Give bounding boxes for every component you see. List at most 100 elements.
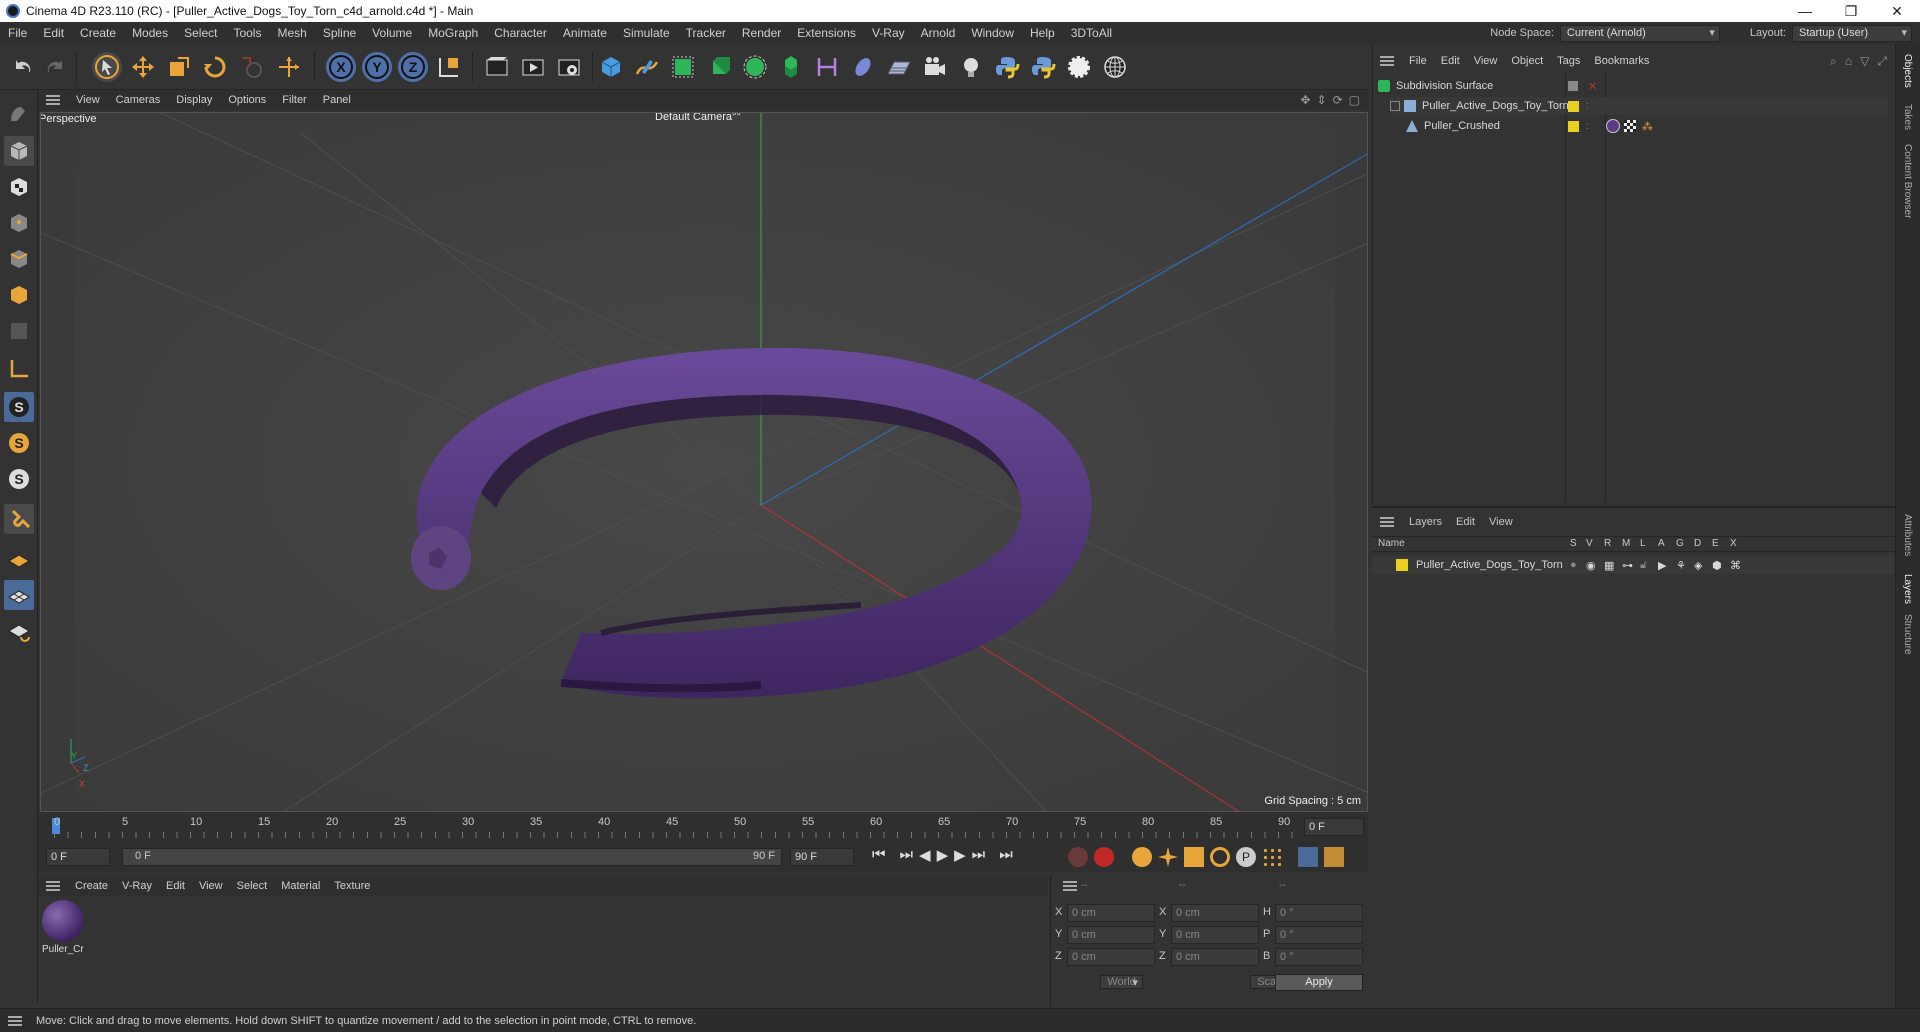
- go-to-start-icon[interactable]: ⏮: [872, 846, 886, 864]
- layout-select[interactable]: Startup (User): [1792, 24, 1912, 42]
- 3d-viewport[interactable]: Perspective Default Camera°° Grid Spacin…: [40, 112, 1368, 812]
- settings-gear-icon[interactable]: [1064, 52, 1094, 82]
- menu-simulate[interactable]: Simulate: [615, 26, 678, 40]
- cloner-icon[interactable]: [740, 52, 770, 82]
- coordinate-system-icon[interactable]: [434, 52, 464, 82]
- point-mode-icon[interactable]: [4, 208, 34, 238]
- object-menu-tags[interactable]: Tags: [1550, 55, 1587, 67]
- subdivision-surface-icon[interactable]: [668, 52, 698, 82]
- layer-menu-layers[interactable]: Layers: [1402, 516, 1449, 528]
- maximize-button[interactable]: ❐: [1828, 3, 1874, 20]
- menu-character[interactable]: Character: [486, 26, 555, 40]
- render-view-icon[interactable]: [482, 52, 512, 82]
- menu-animate[interactable]: Animate: [555, 26, 615, 40]
- material-menu-material[interactable]: Material: [274, 880, 327, 892]
- snap-icon[interactable]: S: [4, 392, 34, 422]
- key-position-icon[interactable]: [1158, 847, 1178, 867]
- x-axis-lock-icon[interactable]: X: [326, 52, 356, 82]
- home-icon[interactable]: ⌂: [1845, 54, 1852, 69]
- coordinate-space-select[interactable]: World: [1100, 975, 1143, 989]
- tab-layers[interactable]: Layers: [1902, 574, 1913, 604]
- menu-extensions[interactable]: Extensions: [789, 26, 864, 40]
- close-button[interactable]: ✕: [1874, 3, 1920, 20]
- camera-icon[interactable]: [920, 52, 950, 82]
- layer-menu-icon[interactable]: [1380, 517, 1394, 527]
- tab-structure[interactable]: Structure: [1902, 614, 1913, 655]
- layer-color-swatch[interactable]: [1396, 559, 1408, 571]
- scale-tool-icon[interactable]: [164, 52, 194, 82]
- visibility-dots-icon[interactable]: ⁚: [1586, 102, 1589, 111]
- menu-arnold[interactable]: Arnold: [913, 26, 964, 40]
- select-cursor-icon[interactable]: [92, 52, 122, 82]
- node-space-select[interactable]: Current (Arnold): [1559, 24, 1720, 42]
- size-z-field[interactable]: 0 cm: [1171, 948, 1259, 966]
- layer-color-icon[interactable]: [1568, 100, 1579, 112]
- menu-modes[interactable]: Modes: [124, 26, 176, 40]
- menu-spline[interactable]: Spline: [315, 26, 364, 40]
- edge-mode-icon[interactable]: [4, 244, 34, 274]
- layer-lock-icon[interactable]: 🔓︎: [1640, 559, 1647, 572]
- material-menu-create[interactable]: Create: [68, 880, 115, 892]
- mograph-cloner-icon[interactable]: [776, 52, 806, 82]
- menu-select[interactable]: Select: [176, 26, 225, 40]
- field-icon[interactable]: [848, 52, 878, 82]
- layer-solo-icon[interactable]: ●: [1570, 559, 1577, 571]
- record-icon[interactable]: [1068, 847, 1088, 867]
- layer-generators-icon[interactable]: ⚘: [1676, 559, 1686, 572]
- texture-tag-icon[interactable]: [1624, 120, 1636, 132]
- tab-content-browser[interactable]: Content Browser: [1902, 144, 1913, 218]
- cube-object-icon[interactable]: [596, 52, 626, 82]
- position-x-field[interactable]: 0 cm: [1067, 904, 1155, 922]
- next-key-icon[interactable]: ⏭: [972, 846, 986, 864]
- menu-help[interactable]: Help: [1022, 26, 1063, 40]
- status-menu-icon[interactable]: [8, 1015, 22, 1026]
- tab-takes[interactable]: Takes: [1902, 104, 1913, 130]
- material-menu-vray[interactable]: V-Ray: [115, 880, 159, 892]
- object-menu-file[interactable]: File: [1402, 55, 1434, 67]
- rotation-h-field[interactable]: 0 °: [1275, 904, 1363, 922]
- rotate-tool-icon[interactable]: [200, 52, 230, 82]
- deformer-icon[interactable]: [812, 52, 842, 82]
- visibility-dots-icon[interactable]: ⁚: [1586, 122, 1589, 131]
- render-settings-icon[interactable]: [554, 52, 584, 82]
- pen-spline-icon[interactable]: [632, 52, 662, 82]
- size-x-field[interactable]: 0 cm: [1171, 904, 1259, 922]
- recent-tool-icon[interactable]: [236, 52, 266, 82]
- layer-render-icon[interactable]: ▦: [1604, 559, 1614, 572]
- previous-key-icon[interactable]: ⏭: [900, 846, 914, 864]
- maximize-view-icon[interactable]: ▢: [1349, 93, 1360, 107]
- autokey-icon[interactable]: [1094, 847, 1114, 867]
- render-to-picture-viewer-icon[interactable]: [518, 52, 548, 82]
- rotation-b-field[interactable]: 0 °: [1275, 948, 1363, 966]
- globe-icon[interactable]: [1100, 52, 1130, 82]
- end-frame-field[interactable]: 90 F: [790, 848, 854, 866]
- material-menu-texture[interactable]: Texture: [327, 880, 377, 892]
- viewport-menu-panel[interactable]: Panel: [315, 94, 359, 106]
- material-tag-icon[interactable]: [1606, 119, 1620, 133]
- menu-vray[interactable]: V-Ray: [864, 26, 913, 40]
- key-scale-icon[interactable]: [1184, 847, 1204, 867]
- layer-animation-icon[interactable]: ▶: [1658, 559, 1666, 572]
- material-menu-select[interactable]: Select: [230, 880, 275, 892]
- play-icon[interactable]: ▶: [937, 846, 949, 864]
- polygon-mode-icon[interactable]: [4, 280, 34, 310]
- layer-deformers-icon[interactable]: ◈: [1694, 559, 1702, 572]
- layer-menu-edit[interactable]: Edit: [1449, 516, 1482, 528]
- arnold-tag-icon[interactable]: ⁂: [1642, 120, 1653, 133]
- object-menu-icon[interactable]: [1380, 56, 1394, 66]
- snap-mode-icon[interactable]: S: [4, 464, 34, 494]
- dolly-view-icon[interactable]: ⇕: [1317, 93, 1327, 107]
- python-script-icon[interactable]: [992, 52, 1022, 82]
- layer-visible-eye-icon[interactable]: ◉: [1586, 559, 1596, 572]
- workplane-icon[interactable]: [4, 544, 34, 574]
- filter-icon[interactable]: ▽: [1860, 54, 1869, 69]
- object-menu-bookmarks[interactable]: Bookmarks: [1587, 55, 1656, 67]
- uv-mode-icon[interactable]: [4, 316, 34, 346]
- viewport-menu-options[interactable]: Options: [220, 94, 274, 106]
- menu-render[interactable]: Render: [734, 26, 789, 40]
- menu-file[interactable]: File: [0, 26, 35, 40]
- object-row[interactable]: Subdivision Surface ✕: [1378, 77, 1888, 95]
- axis-mode-icon[interactable]: [4, 354, 34, 384]
- layer-xref-icon[interactable]: ⌘: [1730, 559, 1741, 572]
- menu-tools[interactable]: Tools: [225, 26, 269, 40]
